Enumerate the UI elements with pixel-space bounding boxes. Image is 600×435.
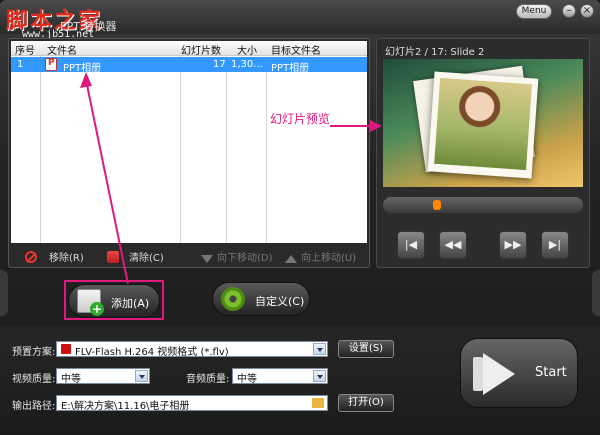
app-window: 脚本之家 PPT 转换器 www.jb51.net Menu – × 序号 文件…	[0, 0, 600, 435]
annotation-arrows	[80, 72, 382, 285]
preview-annotation-label: 幻灯片预览	[270, 112, 331, 126]
annotation-arrowhead-add	[80, 72, 92, 88]
annotation-arrow-add	[85, 79, 129, 285]
annotation-arrowhead-preview	[370, 120, 382, 132]
